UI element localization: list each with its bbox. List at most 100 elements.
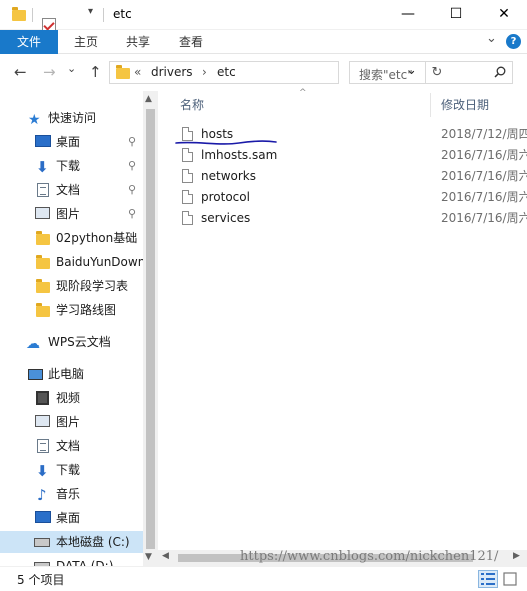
back-button[interactable]: ← xyxy=(14,63,27,81)
sidebar-item-label: 图片 xyxy=(56,415,81,429)
pin-icon: ⚲ xyxy=(128,159,137,172)
sidebar-item-roadmap[interactable]: 学习路线图 xyxy=(0,299,143,321)
separator xyxy=(32,8,33,22)
sidebar-item-label: 桌面 xyxy=(56,511,81,525)
file-name: services xyxy=(201,211,251,225)
sidebar-item-music[interactable]: ♪ 音乐 xyxy=(0,483,143,505)
large-icons-view-button[interactable] xyxy=(500,570,520,588)
close-button[interactable]: ✕ xyxy=(481,0,527,28)
sidebar-item-label: 02python基础 xyxy=(56,231,138,245)
navigation-scrollbar[interactable]: ▲ ▼ xyxy=(143,91,158,566)
file-row-lmhosts[interactable]: lmhosts.sam 2016/7/16/周六 xyxy=(174,145,527,166)
sidebar-item-local-disk-c[interactable]: 本地磁盘 (C:) xyxy=(0,531,143,553)
search-icon[interactable] xyxy=(494,66,506,78)
sidebar-item-documents[interactable]: 文档 ⚲ xyxy=(0,179,143,201)
breadcrumb-overflow[interactable]: « xyxy=(134,65,141,79)
search-box[interactable]: 搜索"etc" xyxy=(349,61,513,84)
sidebar-item-data-d[interactable]: DATA (D:) xyxy=(0,555,143,566)
sidebar-item-label: 文档 xyxy=(56,439,81,453)
search-input[interactable]: 搜索"etc" xyxy=(359,66,413,83)
sidebar-item-desktop[interactable]: 桌面 ⚲ xyxy=(0,131,143,153)
column-divider[interactable] xyxy=(430,93,431,117)
sidebar-item-quick-access[interactable]: ★ 快速访问 xyxy=(0,107,143,129)
sidebar-item-label: 音乐 xyxy=(56,487,81,501)
collapse-ribbon-chevron-icon[interactable]: ⌄ xyxy=(486,31,497,46)
address-row: ← → ⌄ ↑ « drivers › etc ⌄ ↻ 搜索"etc" xyxy=(0,55,527,91)
sidebar-item-baiduyundown[interactable]: BaiduYunDown xyxy=(0,251,143,273)
sidebar-item-label: 学习路线图 xyxy=(56,303,117,317)
recent-locations-chevron-icon[interactable]: ⌄ xyxy=(67,62,76,75)
sidebar-item-downloads[interactable]: ⬇ 下载 ⚲ xyxy=(0,155,143,177)
tab-home[interactable]: 主页 xyxy=(62,30,110,54)
cloud-icon: ☁ xyxy=(26,336,40,352)
up-button[interactable]: ↑ xyxy=(89,63,102,81)
window-title: etc xyxy=(113,7,132,21)
sidebar-item-videos[interactable]: 视频 xyxy=(0,387,143,409)
tab-file[interactable]: 文件 xyxy=(0,30,58,54)
sidebar-item-wps-cloud[interactable]: ☁ WPS云文档 xyxy=(0,331,143,353)
separator xyxy=(103,8,104,22)
download-icon: ⬇ xyxy=(36,158,49,176)
file-row-networks[interactable]: networks 2016/7/16/周六 xyxy=(174,166,527,187)
sidebar-item-label: 视频 xyxy=(56,391,81,405)
sidebar-item-label: BaiduYunDown xyxy=(56,255,143,269)
sidebar-item-label: WPS云文档 xyxy=(48,335,111,349)
scroll-down-arrow-icon[interactable]: ▼ xyxy=(145,552,152,562)
pictures-icon xyxy=(35,207,50,219)
folder-icon xyxy=(36,279,50,293)
sidebar-item-label: 下载 xyxy=(56,463,81,477)
pin-icon: ⚲ xyxy=(128,135,137,148)
folder-icon xyxy=(36,255,50,269)
file-name: networks xyxy=(201,169,256,183)
address-bar[interactable]: « drivers › etc ⌄ ↻ xyxy=(109,61,442,84)
scrollbar-thumb[interactable] xyxy=(146,109,155,549)
breadcrumb-drivers[interactable]: drivers xyxy=(151,65,193,79)
scroll-up-arrow-icon[interactable]: ▲ xyxy=(145,94,152,104)
help-icon[interactable]: ? xyxy=(506,34,521,49)
sidebar-item-label: DATA (D:) xyxy=(56,559,114,566)
column-header-modified[interactable]: 修改日期 xyxy=(441,91,527,119)
breadcrumb-etc[interactable]: etc xyxy=(217,65,236,79)
tab-share[interactable]: 共享 xyxy=(114,30,162,54)
maximize-button[interactable]: ☐ xyxy=(433,0,479,28)
file-row-protocol[interactable]: protocol 2016/7/16/周六 xyxy=(174,187,527,208)
file-name: lmhosts.sam xyxy=(201,148,278,162)
document-icon xyxy=(37,183,49,197)
sidebar-item-downloads-pc[interactable]: ⬇ 下载 xyxy=(0,459,143,481)
sidebar-item-label: 快速访问 xyxy=(48,111,97,125)
title-bar: ▾ etc — ☐ ✕ xyxy=(0,0,527,46)
sidebar-item-desktop-pc[interactable]: 桌面 xyxy=(0,507,143,529)
file-icon xyxy=(182,190,193,204)
sidebar-item-pictures-pc[interactable]: 图片 xyxy=(0,411,143,433)
file-icon xyxy=(182,211,193,225)
breadcrumb-separator[interactable]: › xyxy=(202,65,207,79)
file-list: ^ 名称 修改日期 hosts 2018/7/12/周四 lmhosts.sam… xyxy=(158,88,527,566)
scroll-left-arrow-icon[interactable]: ◀ xyxy=(162,551,169,561)
customize-toolbar-chevron-icon[interactable]: ▾ xyxy=(88,6,93,17)
sidebar-item-label: 桌面 xyxy=(56,135,81,149)
sidebar-item-label: 本地磁盘 (C:) xyxy=(56,535,130,549)
navigation-pane: ★ 快速访问 桌面 ⚲ ⬇ 下载 ⚲ 文档 ⚲ 图片 ⚲ 02python基础 … xyxy=(0,91,158,566)
pc-icon xyxy=(28,369,43,380)
forward-button[interactable]: → xyxy=(43,63,56,81)
desktop-icon xyxy=(35,511,51,523)
folder-icon xyxy=(116,65,130,79)
column-header-name[interactable]: 名称 xyxy=(180,91,420,119)
watermark-url: https://www.cnblogs.com/nickchen121/ xyxy=(240,549,499,564)
sidebar-item-pictures[interactable]: 图片 ⚲ xyxy=(0,203,143,225)
tab-view[interactable]: 查看 xyxy=(167,30,215,54)
minimize-button[interactable]: — xyxy=(385,0,431,28)
sidebar-item-documents-pc[interactable]: 文档 xyxy=(0,435,143,457)
details-view-button[interactable] xyxy=(478,570,498,588)
file-modified: 2016/7/16/周六 xyxy=(441,169,527,183)
desktop-icon xyxy=(35,135,51,147)
star-icon: ★ xyxy=(28,112,41,128)
file-row-services[interactable]: services 2016/7/16/周六 xyxy=(174,208,527,229)
item-count: 5 个项目 xyxy=(17,573,65,587)
video-icon xyxy=(36,391,49,405)
sidebar-item-label: 此电脑 xyxy=(48,367,85,381)
sidebar-item-study-table[interactable]: 现阶段学习表 xyxy=(0,275,143,297)
sidebar-item-02python[interactable]: 02python基础 xyxy=(0,227,143,249)
scroll-right-arrow-icon[interactable]: ▶ xyxy=(513,551,520,561)
sidebar-item-this-pc[interactable]: 此电脑 xyxy=(0,363,143,385)
